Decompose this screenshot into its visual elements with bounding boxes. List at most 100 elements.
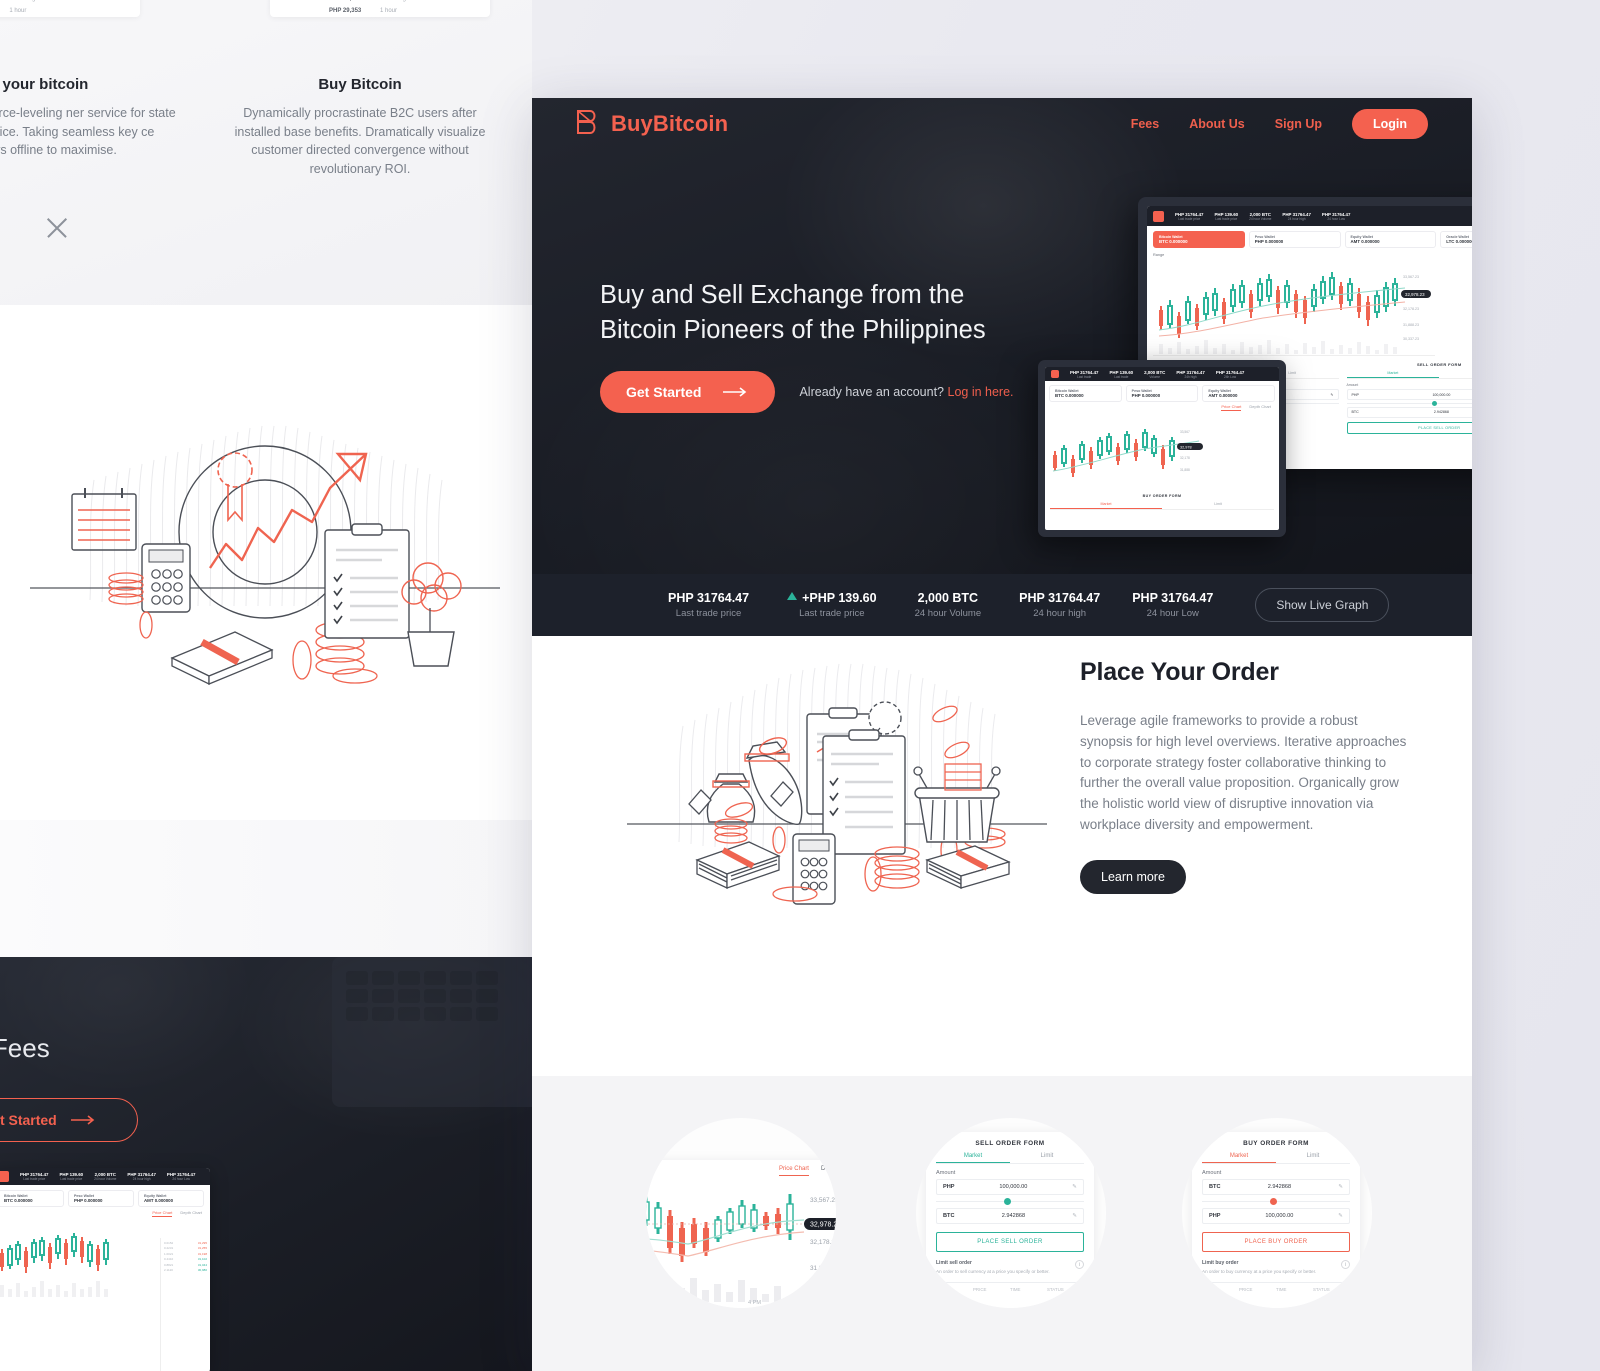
- stat-24h-high: PHP 31764.47 24 hour high: [1019, 591, 1100, 619]
- mini-cell-price: PHP 32,888.2: [0, 0, 9, 2]
- svg-text:4 PM: 4 PM: [748, 1300, 761, 1304]
- zero-fees-get-started-button[interactable]: Get Started: [0, 1098, 138, 1142]
- buy-card-slider-knob[interactable]: [1270, 1198, 1278, 1205]
- buy-table-col-price: PRICE: [1239, 1287, 1253, 1292]
- sell-card-field-btc[interactable]: BTC 2.942868 ✎: [936, 1208, 1084, 1224]
- tablet-tab-depth[interactable]: Depth Chart: [1249, 404, 1271, 411]
- stat-label: 24 hour high: [1033, 608, 1087, 619]
- hero-get-started-button[interactable]: Get Started: [600, 371, 776, 413]
- mock-orderbook: 0.0152 31,295 0.2231 31,255 1.0021 31,198 0…: [160, 1238, 210, 1371]
- tablet-wallet-pill[interactable]: Peso Wallet PHP 0.000000: [1125, 385, 1199, 402]
- sell-card-slider-knob[interactable]: [1004, 1198, 1012, 1205]
- tablet-buy-tab-limit[interactable]: Limit: [1162, 502, 1274, 509]
- sell-field-php-currency: PHP: [1351, 392, 1359, 397]
- sell-card-tabs: Market Limit: [936, 1153, 1084, 1164]
- chart-card-tab-price[interactable]: Price Chart: [778, 1166, 809, 1176]
- chart-range-label: Range: [1153, 252, 1165, 257]
- tablet-wallet-pill[interactable]: Bitcoin Wallet BTC 0.000000: [1049, 385, 1122, 402]
- buy-card-tab-limit[interactable]: Limit: [1276, 1153, 1350, 1163]
- tablet-device-mockup: PHP 31764.47 Last trade PHP 139.60 Last tr…: [1038, 360, 1286, 537]
- wallet-pill-oracle[interactable]: Oracle Wallet LTC 0.000000: [1440, 231, 1472, 248]
- tablet-buy-tab-market[interactable]: Market: [1050, 502, 1162, 509]
- buy-hint-title: Limit buy order: [1202, 1260, 1239, 1266]
- sell-table-col-btc: (BTC): [936, 1287, 948, 1292]
- edit-pencil-icon[interactable]: ✎: [1072, 1184, 1077, 1190]
- wallet-pill-bitcoin[interactable]: Bitcoin Wallet BTC 0.000000: [1153, 231, 1245, 248]
- hero-login-link[interactable]: Log in here.: [948, 385, 1014, 399]
- tablet-wallet-row: Bitcoin Wallet BTC 0.000000 Peso Wallet PH…: [1045, 381, 1279, 404]
- info-icon[interactable]: i: [1341, 1260, 1350, 1269]
- login-button[interactable]: Login: [1351, 109, 1428, 139]
- hero-heading: Buy and Sell Exchange from the Bitcoin P…: [600, 278, 1070, 348]
- dashboard-stat: PHP 31764.47 24 hour Low: [1321, 211, 1351, 221]
- sell-amount-slider[interactable]: [1346, 400, 1472, 406]
- brand-logo[interactable]: BuyBitcoin: [576, 109, 728, 140]
- mock-orderbook-row: 0.8821 31,044: [164, 1262, 207, 1267]
- mock-tab-price-chart[interactable]: Price Chart: [152, 1210, 173, 1217]
- buy-card-tab-market[interactable]: Market: [1202, 1153, 1276, 1163]
- sell-tab-limit[interactable]: Limit: [1439, 371, 1472, 378]
- place-buy-order-card-button[interactable]: PLACE BUY ORDER: [1202, 1232, 1350, 1252]
- info-icon[interactable]: i: [1075, 1260, 1084, 1269]
- buy-card-slider[interactable]: [1202, 1198, 1350, 1205]
- mini-cell-time: 1 hour: [9, 8, 27, 14]
- sell-card-field-php[interactable]: PHP 100,000.00 ✎: [936, 1179, 1084, 1195]
- nav-link-about-us[interactable]: About Us: [1189, 117, 1245, 131]
- svg-text:32,978: 32,978: [1180, 445, 1192, 449]
- sell-field-php[interactable]: PHP 100,000.00 ✎: [1346, 389, 1472, 400]
- stat-value: PHP 31764.47: [1019, 591, 1101, 605]
- tablet-stat: PHP 31764.47 24h Low: [1215, 369, 1245, 379]
- buy-card-field-btc[interactable]: BTC 2.942868 ✎: [1202, 1179, 1350, 1195]
- wallet-pill-equity[interactable]: Equity Wallet AMT 0.000000: [1344, 231, 1437, 248]
- learn-more-button[interactable]: Learn more: [1080, 859, 1186, 894]
- sell-tab-market[interactable]: Market: [1346, 371, 1440, 378]
- dashboard-topbar: PHP 31764.47 Last trade price PHP 139.60 L…: [1147, 206, 1472, 226]
- svg-text:31,888.23: 31,888.23: [1403, 323, 1419, 327]
- tablet-logo-icon: [1051, 370, 1059, 378]
- buy-card-php-value: 100,000.00: [1265, 1213, 1294, 1219]
- mini-cell-status: [71, 0, 132, 2]
- place-sell-order-card-button[interactable]: PLACE SELL ORDER: [936, 1232, 1084, 1252]
- tablet-screen: PHP 31764.47 Last trade PHP 139.60 Last tr…: [1045, 367, 1279, 530]
- order-body: Leverage agile frameworks to provide a r…: [1080, 713, 1407, 832]
- sell-slider-knob[interactable]: [1431, 400, 1437, 406]
- nav-link-sign-up[interactable]: Sign Up: [1275, 117, 1322, 131]
- wallet-pill-peso[interactable]: Peso Wallet PHP 0.000000: [1248, 231, 1341, 248]
- buy-card-btc-currency: BTC: [1209, 1184, 1221, 1190]
- mini-cell-price: PHP 29,353: [0, 8, 9, 14]
- mini-cell-status: [431, 8, 482, 14]
- show-live-graph-button[interactable]: Show Live Graph: [1255, 588, 1390, 622]
- chart-card-tab-depth[interactable]: Depth Cart: [821, 1166, 836, 1176]
- background-dashboard-mock: PHP 31764.47 Last trade price PHP 139.60 L…: [0, 1168, 210, 1371]
- place-order-section: Place Your Order Leverage agile framewor…: [532, 636, 1472, 1076]
- mini-cell-time: 5 mins ago: [380, 0, 431, 2]
- mock-stat: 2,000 BTC 24 hour Volume: [94, 1172, 117, 1181]
- sell-card-tab-limit[interactable]: Limit: [1010, 1153, 1084, 1163]
- sell-hint-body: An order to sell currency at a price you…: [936, 1269, 1050, 1274]
- mock-orderbook-row: 0.0152 31,295: [164, 1241, 207, 1245]
- buy-card-php-currency: PHP: [1209, 1213, 1221, 1219]
- sell-order-form: SELL ORDER FORM Market Limit Amount PHP …: [1346, 362, 1472, 434]
- nav-link-fees[interactable]: Fees: [1131, 117, 1160, 131]
- edit-pencil-icon[interactable]: ✎: [1330, 393, 1333, 397]
- screenshot-stage: PRICE TIME STATUS PHP 32,888.2 5 mins ag…: [0, 0, 1600, 1371]
- edit-pencil-icon[interactable]: ✎: [1072, 1213, 1077, 1219]
- svg-text:31,888.23: 31,888.23: [810, 1265, 836, 1272]
- stat-price-change: +PHP 139.60 Last trade price: [787, 591, 877, 619]
- tablet-tab-price[interactable]: Price Chart: [1221, 404, 1242, 411]
- edit-pencil-icon[interactable]: ✎: [1338, 1184, 1343, 1190]
- mini-table-row: PHP 29,353 1 hour: [0, 5, 140, 17]
- close-icon[interactable]: [44, 214, 70, 240]
- sell-card-slider[interactable]: [936, 1198, 1084, 1205]
- sell-card-tab-market[interactable]: Market: [936, 1153, 1010, 1163]
- buy-card-field-php[interactable]: PHP 100,000.00 ✎: [1202, 1208, 1350, 1224]
- edit-pencil-icon[interactable]: ✎: [1338, 1213, 1343, 1219]
- mock-tab-depth-chart[interactable]: Depth Chart: [180, 1210, 202, 1217]
- price-chart-panel: .27 V: 0.09 Price Chart Depth Cart: [646, 1160, 836, 1308]
- buy-order-panel: BUY ORDER FORM Market Limit Amount BTC 2…: [1192, 1132, 1360, 1308]
- sell-field-btc[interactable]: BTC 2.942868 ✎: [1346, 406, 1472, 418]
- tablet-stat: PHP 31764.47 24h high: [1176, 369, 1205, 379]
- place-sell-order-button[interactable]: PLACE SELL ORDER: [1346, 421, 1472, 434]
- tablet-wallet-pill[interactable]: Equity Wallet AMT 0.000000: [1202, 385, 1276, 402]
- mini-order-table: BTC PRICE TIME STATUS PHP 32,888.2 5 min…: [270, 0, 490, 17]
